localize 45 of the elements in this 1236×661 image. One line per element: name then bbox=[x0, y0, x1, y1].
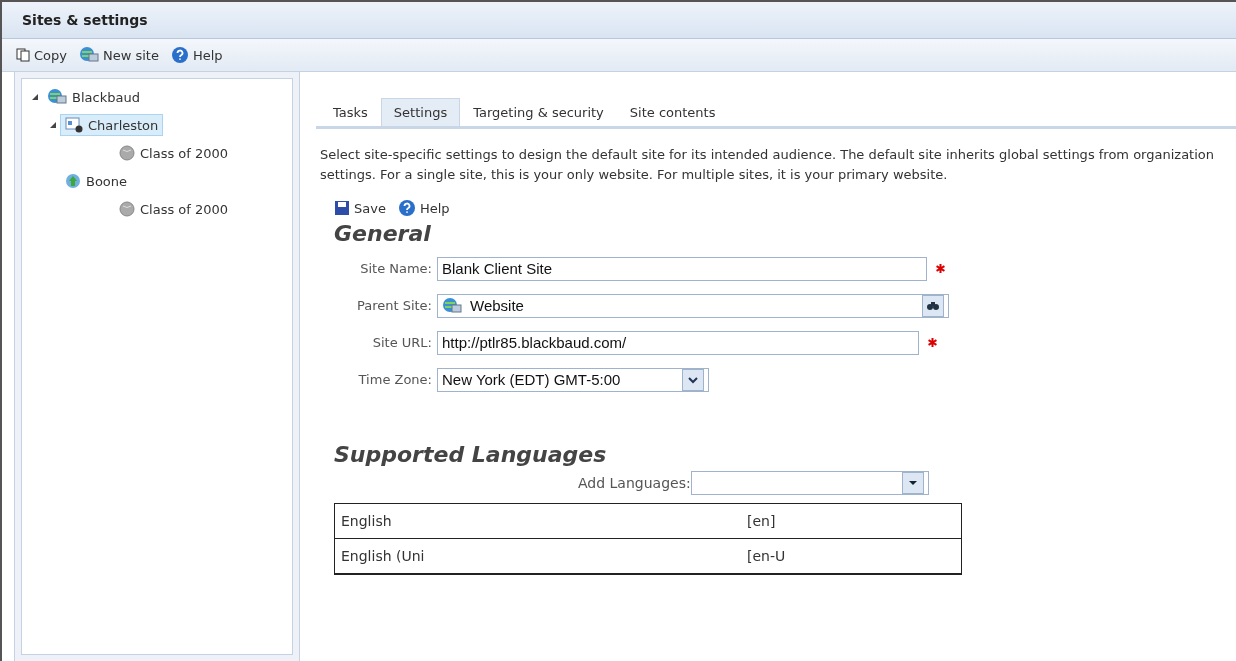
field-label: Time Zone: bbox=[357, 372, 433, 387]
table-cell-text: English (Uni bbox=[340, 548, 426, 564]
globe-monitor-icon bbox=[442, 296, 462, 315]
globe-monitor-icon bbox=[79, 46, 99, 64]
field-label: Site Name: bbox=[359, 261, 433, 276]
tree-item[interactable]: Blackbaud bbox=[42, 85, 145, 109]
tab[interactable]: Targeting & security bbox=[460, 98, 617, 126]
binoculars-icon[interactable] bbox=[922, 294, 944, 317]
section-heading: General bbox=[334, 221, 432, 246]
table-cell-text: [en] bbox=[746, 513, 777, 529]
expanded-triangle-icon[interactable] bbox=[49, 121, 57, 129]
section-heading: Supported Languages bbox=[334, 442, 608, 467]
page-icon bbox=[65, 117, 83, 133]
field-label: Parent Site: bbox=[355, 298, 433, 313]
globe-monitor-icon bbox=[47, 88, 67, 106]
window-title: Sites & settings bbox=[22, 12, 148, 28]
floppy-icon bbox=[334, 200, 350, 216]
help-icon bbox=[397, 199, 416, 217]
help-icon bbox=[170, 46, 189, 64]
toolbar-button[interactable]: Help bbox=[170, 46, 223, 64]
dropdown-field[interactable]: New York (EDT) GMT-5:00 bbox=[437, 367, 709, 392]
tree-item[interactable]: Boone bbox=[60, 170, 133, 192]
action-button[interactable]: Save bbox=[334, 199, 386, 217]
expanded-triangle-icon[interactable] bbox=[31, 93, 39, 101]
tab[interactable]: Tasks bbox=[320, 98, 381, 126]
tree-item[interactable]: Charleston bbox=[60, 114, 164, 136]
globe-icon bbox=[119, 201, 135, 217]
toolbar-button[interactable]: New site bbox=[79, 46, 159, 64]
action-button[interactable]: Help bbox=[397, 199, 450, 217]
copy-icon bbox=[16, 48, 30, 62]
dropdown-field[interactable] bbox=[690, 471, 929, 495]
tree-item[interactable]: Class of 2000 bbox=[114, 198, 234, 220]
globe-icon bbox=[119, 145, 135, 161]
tab[interactable]: Site contents bbox=[616, 98, 729, 126]
text-field[interactable]: http://ptlr85.blackbaud.com/ bbox=[437, 330, 919, 355]
field-label: Add Languages: bbox=[578, 475, 691, 491]
tab[interactable]: Settings bbox=[380, 98, 461, 126]
description-text: Select site-specific settings to design the default site for its intended audience. The default site inherits global settings from organization settings. For a single site, this is your only website. For multiple sites, it is your primary website. bbox=[320, 146, 1215, 184]
text-field[interactable]: Blank Client Site bbox=[437, 256, 927, 281]
field-label: Site URL: bbox=[371, 335, 433, 350]
table-cell-text: English bbox=[340, 513, 393, 529]
table-cell-text: [en-U bbox=[746, 548, 787, 564]
lookup-field[interactable]: Website bbox=[437, 293, 949, 318]
tree-item[interactable]: Class of 2000 bbox=[114, 142, 234, 164]
toolbar-button[interactable]: Copy bbox=[16, 47, 67, 63]
